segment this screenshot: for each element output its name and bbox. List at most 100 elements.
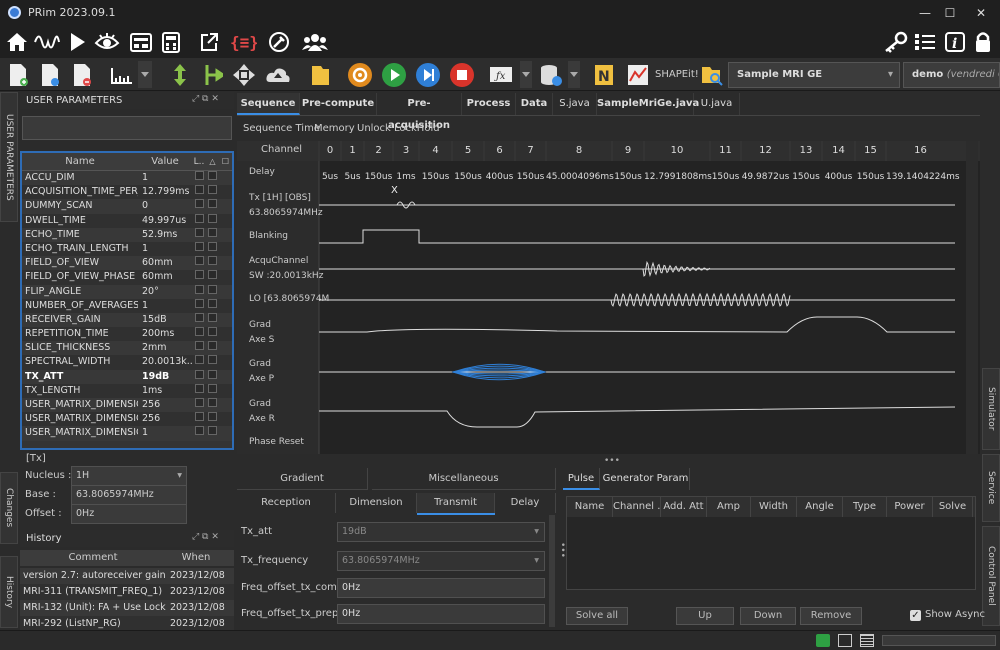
alert-checkbox[interactable] bbox=[208, 312, 217, 322]
shapeit-label[interactable]: SHAPEit! bbox=[655, 69, 699, 80]
external-link-icon[interactable] bbox=[194, 29, 224, 55]
history-row[interactable]: MRI-132 (Unit): FA + Use Lock in... 2023/… bbox=[20, 600, 234, 616]
tab-sequence[interactable]: Sequence bbox=[237, 93, 300, 115]
lock-checkbox[interactable] bbox=[194, 383, 204, 393]
param-row[interactable]: DWELL_TIME 49.997us bbox=[22, 213, 232, 228]
sequence-selector[interactable]: Sample MRI GE ▾ bbox=[728, 62, 900, 88]
tx-pulse-marker[interactable]: X bbox=[391, 185, 398, 196]
param-value[interactable]: 1 bbox=[138, 299, 192, 313]
col-value[interactable]: Value bbox=[138, 153, 192, 170]
key-icon[interactable] bbox=[880, 29, 910, 55]
tab-s-java[interactable]: S.java bbox=[553, 93, 597, 115]
param-row[interactable]: SPECTRAL_WIDTH 20.0013k... bbox=[22, 355, 232, 370]
alert-checkbox[interactable] bbox=[208, 412, 217, 422]
param-value[interactable]: 2mm bbox=[138, 341, 192, 355]
transmit-field-input[interactable]: 63.8065974MHz ▾ bbox=[337, 551, 545, 571]
lock-checkbox[interactable] bbox=[194, 284, 204, 294]
param-row[interactable]: TX_LENGTH 1ms bbox=[22, 383, 232, 398]
folder-icon[interactable] bbox=[306, 61, 334, 88]
timeline-delay-value[interactable]: 1ms bbox=[393, 172, 419, 182]
base-field[interactable]: 63.8065974MHz bbox=[71, 485, 187, 505]
alert-checkbox[interactable] bbox=[208, 355, 217, 365]
subtab-sequence-time[interactable]: Sequence Time bbox=[243, 123, 320, 134]
measure-icon[interactable] bbox=[108, 61, 136, 88]
col-b[interactable]: ☐ bbox=[219, 153, 232, 170]
lock-checkbox[interactable] bbox=[194, 412, 204, 422]
param-value[interactable]: 60mm bbox=[138, 270, 192, 284]
timeline-delay-value[interactable]: 150us bbox=[710, 172, 741, 182]
maximize-button[interactable]: ☐ bbox=[935, 4, 965, 22]
timeline-column-number[interactable]: 13 bbox=[790, 145, 822, 156]
lock-checkbox[interactable] bbox=[194, 369, 204, 379]
compile-button-icon[interactable] bbox=[346, 61, 374, 88]
pulse-col-add-att[interactable]: Add. Att bbox=[661, 497, 707, 517]
timeline-delay-value[interactable]: 5us bbox=[319, 172, 341, 182]
lock-checkbox[interactable] bbox=[194, 355, 204, 365]
alert-checkbox[interactable] bbox=[208, 383, 217, 393]
status-monitor-icon[interactable] bbox=[838, 634, 852, 647]
panel-window-icons[interactable]: ⤢ ⧉ ✕ bbox=[192, 94, 219, 104]
alert-checkbox[interactable] bbox=[208, 199, 217, 209]
timeline-delay-value[interactable]: 5us bbox=[341, 172, 364, 182]
side-tab-changes[interactable]: Changes bbox=[0, 472, 18, 544]
timeline-delay-value[interactable]: 150us bbox=[515, 172, 546, 182]
param-value[interactable]: 49.997us bbox=[138, 214, 192, 228]
stop-button-icon[interactable] bbox=[448, 61, 476, 88]
edit-function-icon[interactable]: ƒx bbox=[488, 61, 518, 88]
col-when[interactable]: When bbox=[166, 550, 226, 566]
timeline-delay-value[interactable]: 150us bbox=[612, 172, 644, 182]
pulse-col-width[interactable]: Width bbox=[751, 497, 797, 517]
alert-checkbox[interactable] bbox=[208, 298, 217, 308]
param-value[interactable]: 19dB bbox=[138, 370, 192, 384]
param-value[interactable]: 0 bbox=[138, 199, 192, 213]
transmit-field-input[interactable]: 19dB ▾ bbox=[337, 522, 545, 542]
param-value[interactable]: 20.0013k... bbox=[138, 355, 192, 369]
lock-checkbox[interactable] bbox=[194, 185, 204, 195]
alert-checkbox[interactable] bbox=[208, 227, 217, 237]
param-value[interactable]: 15dB bbox=[138, 313, 192, 327]
alert-checkbox[interactable] bbox=[208, 327, 217, 337]
param-row[interactable]: USER_MATRIX_DIMENSIO...256 bbox=[22, 398, 232, 413]
param-value[interactable]: 52.9ms bbox=[138, 228, 192, 242]
branch-icon[interactable] bbox=[198, 61, 226, 88]
side-tab-user-parameters[interactable]: USER PARAMETERS bbox=[0, 92, 18, 222]
param-value[interactable]: 12.799ms bbox=[138, 185, 192, 199]
splitter-handle[interactable]: ••• bbox=[604, 456, 620, 466]
param-value[interactable]: 1 bbox=[138, 426, 192, 440]
pulse-tab-0[interactable]: Pulse bbox=[563, 468, 600, 490]
pulse-col-solve[interactable]: Solve bbox=[933, 497, 973, 517]
lock-checkbox[interactable] bbox=[194, 398, 204, 407]
lock-checkbox[interactable] bbox=[194, 270, 204, 280]
alert-checkbox[interactable] bbox=[208, 171, 217, 180]
move-cross-icon[interactable] bbox=[230, 61, 258, 88]
alert-checkbox[interactable] bbox=[208, 341, 217, 351]
timeline-column-number[interactable]: 14 bbox=[822, 145, 855, 156]
home-icon[interactable] bbox=[2, 29, 32, 55]
timeline-column-number[interactable]: 9 bbox=[612, 145, 644, 156]
chart-icon[interactable] bbox=[624, 61, 652, 88]
lock-checkbox[interactable] bbox=[194, 171, 204, 180]
pulse-tab-1[interactable]: Generator Param bbox=[602, 468, 690, 490]
status-list-icon[interactable] bbox=[860, 634, 874, 647]
col-comment[interactable]: Comment bbox=[20, 550, 166, 566]
history-row[interactable]: MRI-311 (TRANSMIT_FREQ_1) 2023/12/08 bbox=[20, 584, 234, 600]
subtab-lockhold[interactable]: LockHold bbox=[394, 123, 440, 134]
eye-icon[interactable] bbox=[92, 29, 122, 55]
param-row[interactable]: FIELD_OF_VIEW 60mm bbox=[22, 256, 232, 271]
step-run-button-icon[interactable] bbox=[414, 61, 442, 88]
bottom-tab-transmit[interactable]: Transmit bbox=[417, 493, 495, 513]
timeline-canvas[interactable] bbox=[237, 141, 980, 454]
code-braces-icon[interactable]: {≡} bbox=[228, 29, 258, 55]
param-row[interactable]: FIELD_OF_VIEW_PHASE 60mm bbox=[22, 270, 232, 285]
side-tab-simulator[interactable]: Simulator bbox=[982, 368, 1000, 450]
bottom-tab-gradient[interactable]: Gradient bbox=[237, 468, 368, 490]
offset-field[interactable]: 0Hz bbox=[71, 504, 187, 524]
timeline-delay-value[interactable]: 45.0004096ms bbox=[546, 172, 614, 182]
param-row[interactable]: FLIP_ANGLE 20° bbox=[22, 284, 232, 299]
show-async-checkbox[interactable]: ✓ bbox=[910, 610, 921, 621]
pulse-col-power[interactable]: Power bbox=[887, 497, 933, 517]
run-button-icon[interactable] bbox=[380, 61, 408, 88]
history-window-icons[interactable]: ⤢ ⧉ ✕ bbox=[192, 532, 219, 542]
alert-checkbox[interactable] bbox=[208, 426, 217, 436]
alert-checkbox[interactable] bbox=[208, 241, 217, 251]
